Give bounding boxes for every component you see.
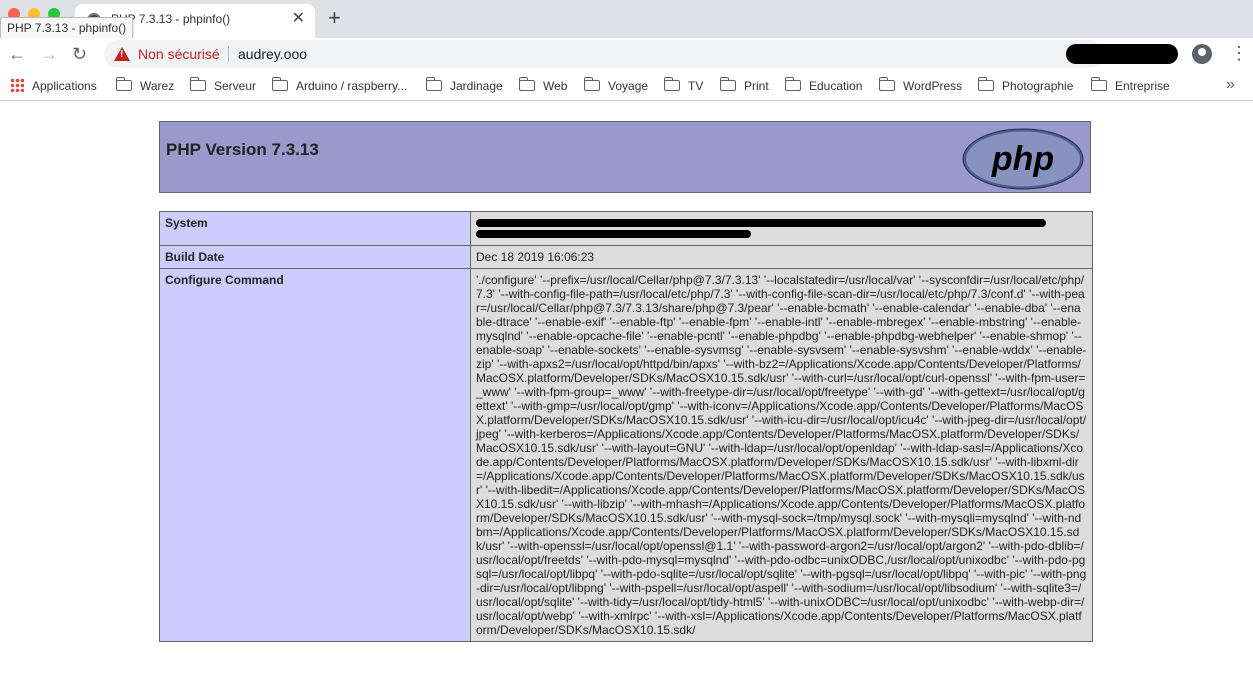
bookmark-label: Education	[809, 79, 863, 93]
bookmark-folder[interactable]: Warez	[115, 77, 175, 94]
plus-icon[interactable]: +	[328, 6, 341, 30]
bookmark-folder[interactable]: Jardinage	[425, 77, 503, 94]
bookmark-label: WordPress	[903, 79, 963, 93]
warning-icon[interactable]	[114, 47, 130, 61]
row-value-system-redacted	[470, 211, 1093, 246]
divider	[228, 46, 229, 62]
folder-icon	[271, 77, 288, 91]
bookmark-label: Serveur	[214, 79, 257, 93]
php-header: PHP Version 7.3.13 php	[159, 121, 1091, 193]
bookmark-label: Print	[744, 79, 769, 93]
reload-icon[interactable]: ↻	[72, 42, 87, 66]
apps-grid-icon	[10, 78, 24, 92]
forward-arrow-icon[interactable]: →	[40, 42, 58, 66]
bookmark-label: Arduino / raspberry...	[296, 79, 408, 93]
security-label[interactable]: Non sécurisé	[138, 46, 220, 62]
bookmark-folder[interactable]: Photographie	[977, 77, 1074, 94]
bookmark-folder[interactable]: Print	[719, 77, 769, 94]
back-arrow-icon[interactable]: ←	[8, 42, 26, 66]
row-label-build-date: Build Date	[159, 245, 471, 269]
folder-icon	[719, 77, 736, 91]
tab-strip: PHP 7.3.13 - phpinfo() ✕ + PHP 7.3.13 - …	[0, 0, 1253, 39]
bookmark-label: Photographie	[1002, 79, 1074, 93]
bookmark-label: Web	[543, 79, 568, 93]
folder-icon	[425, 77, 442, 91]
folder-icon	[189, 77, 206, 91]
bookmark-folder[interactable]: Education	[784, 77, 863, 94]
table-row: System	[159, 211, 1093, 246]
redacted-extension-area	[1066, 44, 1178, 64]
close-icon[interactable]: ✕	[292, 10, 305, 28]
folder-icon	[518, 77, 535, 91]
row-value-build-date: Dec 18 2019 16:06:23	[470, 245, 1093, 269]
url-text[interactable]: audrey.ooo	[238, 46, 307, 62]
bookmark-label: Jardinage	[450, 79, 503, 93]
bookmarks-bar: Applications Warez Serveur Arduino / ras…	[0, 72, 1253, 101]
folder-icon	[663, 77, 680, 91]
bookmark-label: Entreprise	[1115, 79, 1170, 93]
row-label-system: System	[159, 211, 471, 246]
address-bar[interactable]: Non sécurisé audrey.ooo G ☆	[104, 40, 1162, 68]
bookmark-folder[interactable]: Voyage	[583, 77, 649, 94]
phpinfo-table: System Build Date Dec 18 2019 16:06:23 C…	[159, 211, 1093, 642]
redaction-mark	[476, 230, 751, 238]
table-row: Build Date Dec 18 2019 16:06:23	[159, 245, 1093, 269]
bookmark-applications[interactable]: Applications	[10, 78, 97, 94]
bookmark-folder[interactable]: Serveur	[189, 77, 257, 94]
row-value-configure-command: './configure' '--prefix=/usr/local/Cella…	[470, 268, 1093, 642]
redaction-mark	[476, 219, 1046, 227]
folder-icon	[878, 77, 895, 91]
bookmark-folder[interactable]: Entreprise	[1090, 77, 1170, 94]
bookmark-folder[interactable]: Web	[518, 77, 568, 94]
bookmark-label: TV	[688, 79, 704, 93]
page-title: PHP Version 7.3.13	[166, 140, 319, 159]
chevron-right-icon[interactable]: »	[1226, 76, 1235, 94]
bookmark-folder[interactable]: Arduino / raspberry...	[271, 77, 408, 94]
bookmark-label: Voyage	[608, 79, 649, 93]
folder-icon	[583, 77, 600, 91]
row-label-configure-command: Configure Command	[159, 268, 471, 642]
bookmark-label: Applications	[32, 79, 97, 93]
folder-icon	[1090, 77, 1107, 91]
bookmark-label: Warez	[140, 79, 175, 93]
tab-tooltip: PHP 7.3.13 - phpinfo()	[0, 17, 134, 39]
page-content: PHP Version 7.3.13 php System Build Date…	[0, 101, 1253, 695]
php-logo-text: php	[991, 140, 1054, 178]
folder-icon	[115, 77, 132, 91]
bookmark-folder[interactable]: WordPress	[878, 77, 963, 94]
folder-icon	[977, 77, 994, 91]
browser-toolbar: ← → ↻ Non sécurisé audrey.ooo G ☆ ⋮	[0, 38, 1253, 72]
bookmark-folder[interactable]: TV	[663, 77, 704, 94]
table-row: Configure Command './configure' '--prefi…	[159, 268, 1093, 642]
menu-icon[interactable]: ⋮	[1230, 42, 1248, 64]
php-logo[interactable]: php	[962, 128, 1084, 190]
profile-icon[interactable]	[1192, 44, 1212, 64]
folder-icon	[784, 77, 801, 91]
